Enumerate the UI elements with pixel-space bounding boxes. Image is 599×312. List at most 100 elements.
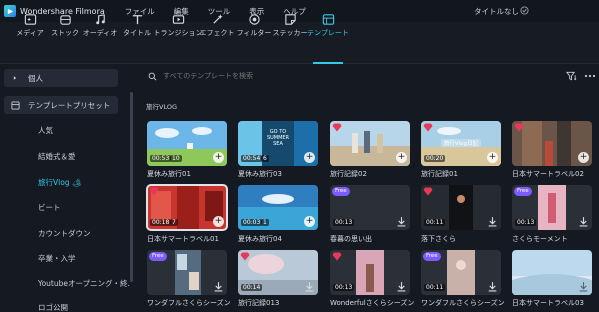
sidebar-item-travel-vlog[interactable]: 旅行Vlog 🏕 [38, 177, 81, 188]
download-icon[interactable] [396, 216, 407, 227]
sticker-icon [284, 13, 297, 26]
sidebar-item-logo[interactable]: ロゴ公開 [38, 302, 68, 312]
template-card[interactable]: 00:14 [238, 250, 318, 295]
premium-gem-icon [423, 187, 433, 196]
card-duration: 00:53 [150, 155, 172, 162]
card-label: ワンダフルさくらシーズン07 [147, 299, 231, 307]
card-duration: 00:18 [150, 219, 172, 226]
card-label: ワンダフルさくらシーズン10 [421, 299, 505, 307]
add-template-button[interactable]: + [213, 216, 224, 227]
template-card[interactable]: GO TO SUMMER SEA 00:54 6 + [238, 121, 318, 166]
free-badge: Free [149, 252, 167, 261]
card-clip-count: 1 [261, 219, 269, 226]
premium-gem-icon [332, 123, 342, 132]
tool-sticker[interactable]: ステッカー [270, 13, 310, 38]
add-template-button[interactable]: + [213, 152, 224, 163]
transition-icon [172, 13, 185, 26]
template-icon [322, 13, 335, 26]
card-label: 春暮の思い出 [330, 235, 372, 243]
card-label: 夏休み旅行01 [147, 170, 191, 178]
card-duration: 00:03 [241, 219, 263, 226]
template-search [145, 67, 565, 85]
free-badge: Free [423, 252, 441, 261]
audio-icon [94, 13, 107, 26]
sidebar-personal[interactable]: 個人 [4, 69, 118, 87]
download-icon[interactable] [213, 281, 224, 292]
search-input[interactable] [163, 72, 543, 80]
card-label: 旅行記録02 [330, 170, 367, 178]
section-title: 旅行VLOG [146, 103, 177, 111]
tool-effect-label: エフェクト [199, 29, 235, 37]
tool-stock-label: ストック [51, 29, 79, 37]
effect-icon [211, 13, 224, 26]
template-card[interactable]: 旅行Vlog日記 00:20 + [421, 121, 501, 166]
sidebar-item-beat[interactable]: ビート [38, 202, 61, 213]
sidebar-item-popular[interactable]: 人気 [38, 125, 53, 136]
title-icon [131, 13, 144, 26]
card-label: 旅行記録013 [238, 299, 280, 307]
template-card[interactable]: Free 00:13 [512, 185, 592, 230]
sidebar-preset-label: テンプレートプリセット [28, 100, 111, 110]
card-label: 夏休み旅行03 [238, 170, 282, 178]
template-card[interactable]: 00:18 7 + [146, 184, 228, 231]
sort-filter-icon[interactable] [566, 71, 577, 81]
add-template-button[interactable]: + [578, 152, 589, 163]
download-icon[interactable] [396, 281, 407, 292]
search-icon [148, 72, 157, 80]
tool-transition[interactable]: トランジション [154, 13, 203, 38]
add-template-button[interactable]: + [304, 152, 315, 163]
media-icon [24, 13, 37, 26]
template-card[interactable] [512, 250, 592, 295]
card-duration: 00:20 [424, 155, 446, 162]
premium-gem-icon [149, 187, 159, 196]
tool-template-label: テンプレート [307, 29, 349, 37]
tool-audio-label: オーディオ [82, 29, 118, 37]
card-label: Wonderfulさくらシーズン01 [330, 299, 414, 307]
card-label: 旅行記録01 [421, 170, 458, 178]
sidebar-template-preset[interactable]: テンプレートプリセット [4, 96, 118, 114]
download-icon[interactable] [578, 281, 589, 292]
add-template-button[interactable]: + [487, 152, 498, 163]
chevron-right-icon [10, 73, 20, 83]
add-template-button[interactable]: + [396, 152, 407, 163]
sidebar-item-graduation[interactable]: 卒業・入学 [38, 253, 76, 264]
template-card[interactable]: Free [147, 250, 227, 295]
download-icon[interactable] [304, 281, 315, 292]
download-icon[interactable] [487, 281, 498, 292]
tool-template[interactable]: テンプレート [307, 13, 349, 38]
tool-audio[interactable]: オーディオ [80, 13, 120, 38]
sidebar-item-countdown[interactable]: カウントダウン [38, 228, 91, 239]
template-card[interactable]: Free 00:13 [330, 185, 410, 230]
card-duration: 00:14 [241, 284, 263, 291]
sidebar-item-wedding[interactable]: 結婚式＆愛 [38, 151, 76, 162]
download-icon[interactable] [487, 216, 498, 227]
template-card[interactable]: 00:53 10 + [147, 121, 227, 166]
template-card[interactable]: 00:13 [330, 250, 410, 295]
premium-gem-icon [332, 252, 342, 261]
card-clip-count: 6 [261, 155, 269, 162]
more-options-icon[interactable] [584, 71, 596, 81]
save-status-icon[interactable] [520, 6, 529, 15]
card-label: 日本サマートラベル01 [147, 235, 219, 243]
project-name: タイトルなし [474, 7, 519, 16]
tool-transition-label: トランジション [153, 29, 203, 37]
sidebar-scrollbar-thumb[interactable] [130, 92, 133, 282]
tool-filter[interactable]: フィルター [234, 13, 274, 38]
card-duration: 00:13 [515, 219, 537, 226]
tool-effect[interactable]: エフェクト [197, 13, 237, 38]
add-template-button[interactable]: + [304, 216, 315, 227]
template-card[interactable]: Free 00:11 [421, 250, 501, 295]
template-card[interactable]: 00:03 1 + [238, 185, 318, 230]
template-card[interactable]: + [512, 121, 592, 166]
template-card[interactable]: 00:11 [421, 185, 501, 230]
tool-title[interactable]: タイトル [117, 13, 157, 38]
card-label: さくらモーメント [512, 235, 568, 243]
free-badge: Free [332, 187, 350, 196]
tool-sticker-label: ステッカー [272, 29, 308, 37]
sidebar-item-youtube[interactable]: Youtubeオープニング・終... [38, 278, 135, 289]
template-card[interactable]: + [330, 121, 410, 166]
download-icon[interactable] [578, 216, 589, 227]
card-label: 日本サマートラベル02 [512, 170, 584, 178]
tool-media[interactable]: メディア [10, 13, 50, 38]
tool-stock[interactable]: ストック [45, 13, 85, 38]
